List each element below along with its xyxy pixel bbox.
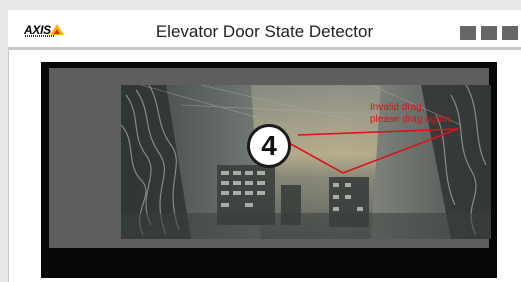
step-marker: 4 [247,124,291,168]
app-window: AXIS Elevator Door State Detector 4 Inva… [8,10,521,282]
invalid-drag-message: Invalid drag, please drag again [370,102,450,125]
